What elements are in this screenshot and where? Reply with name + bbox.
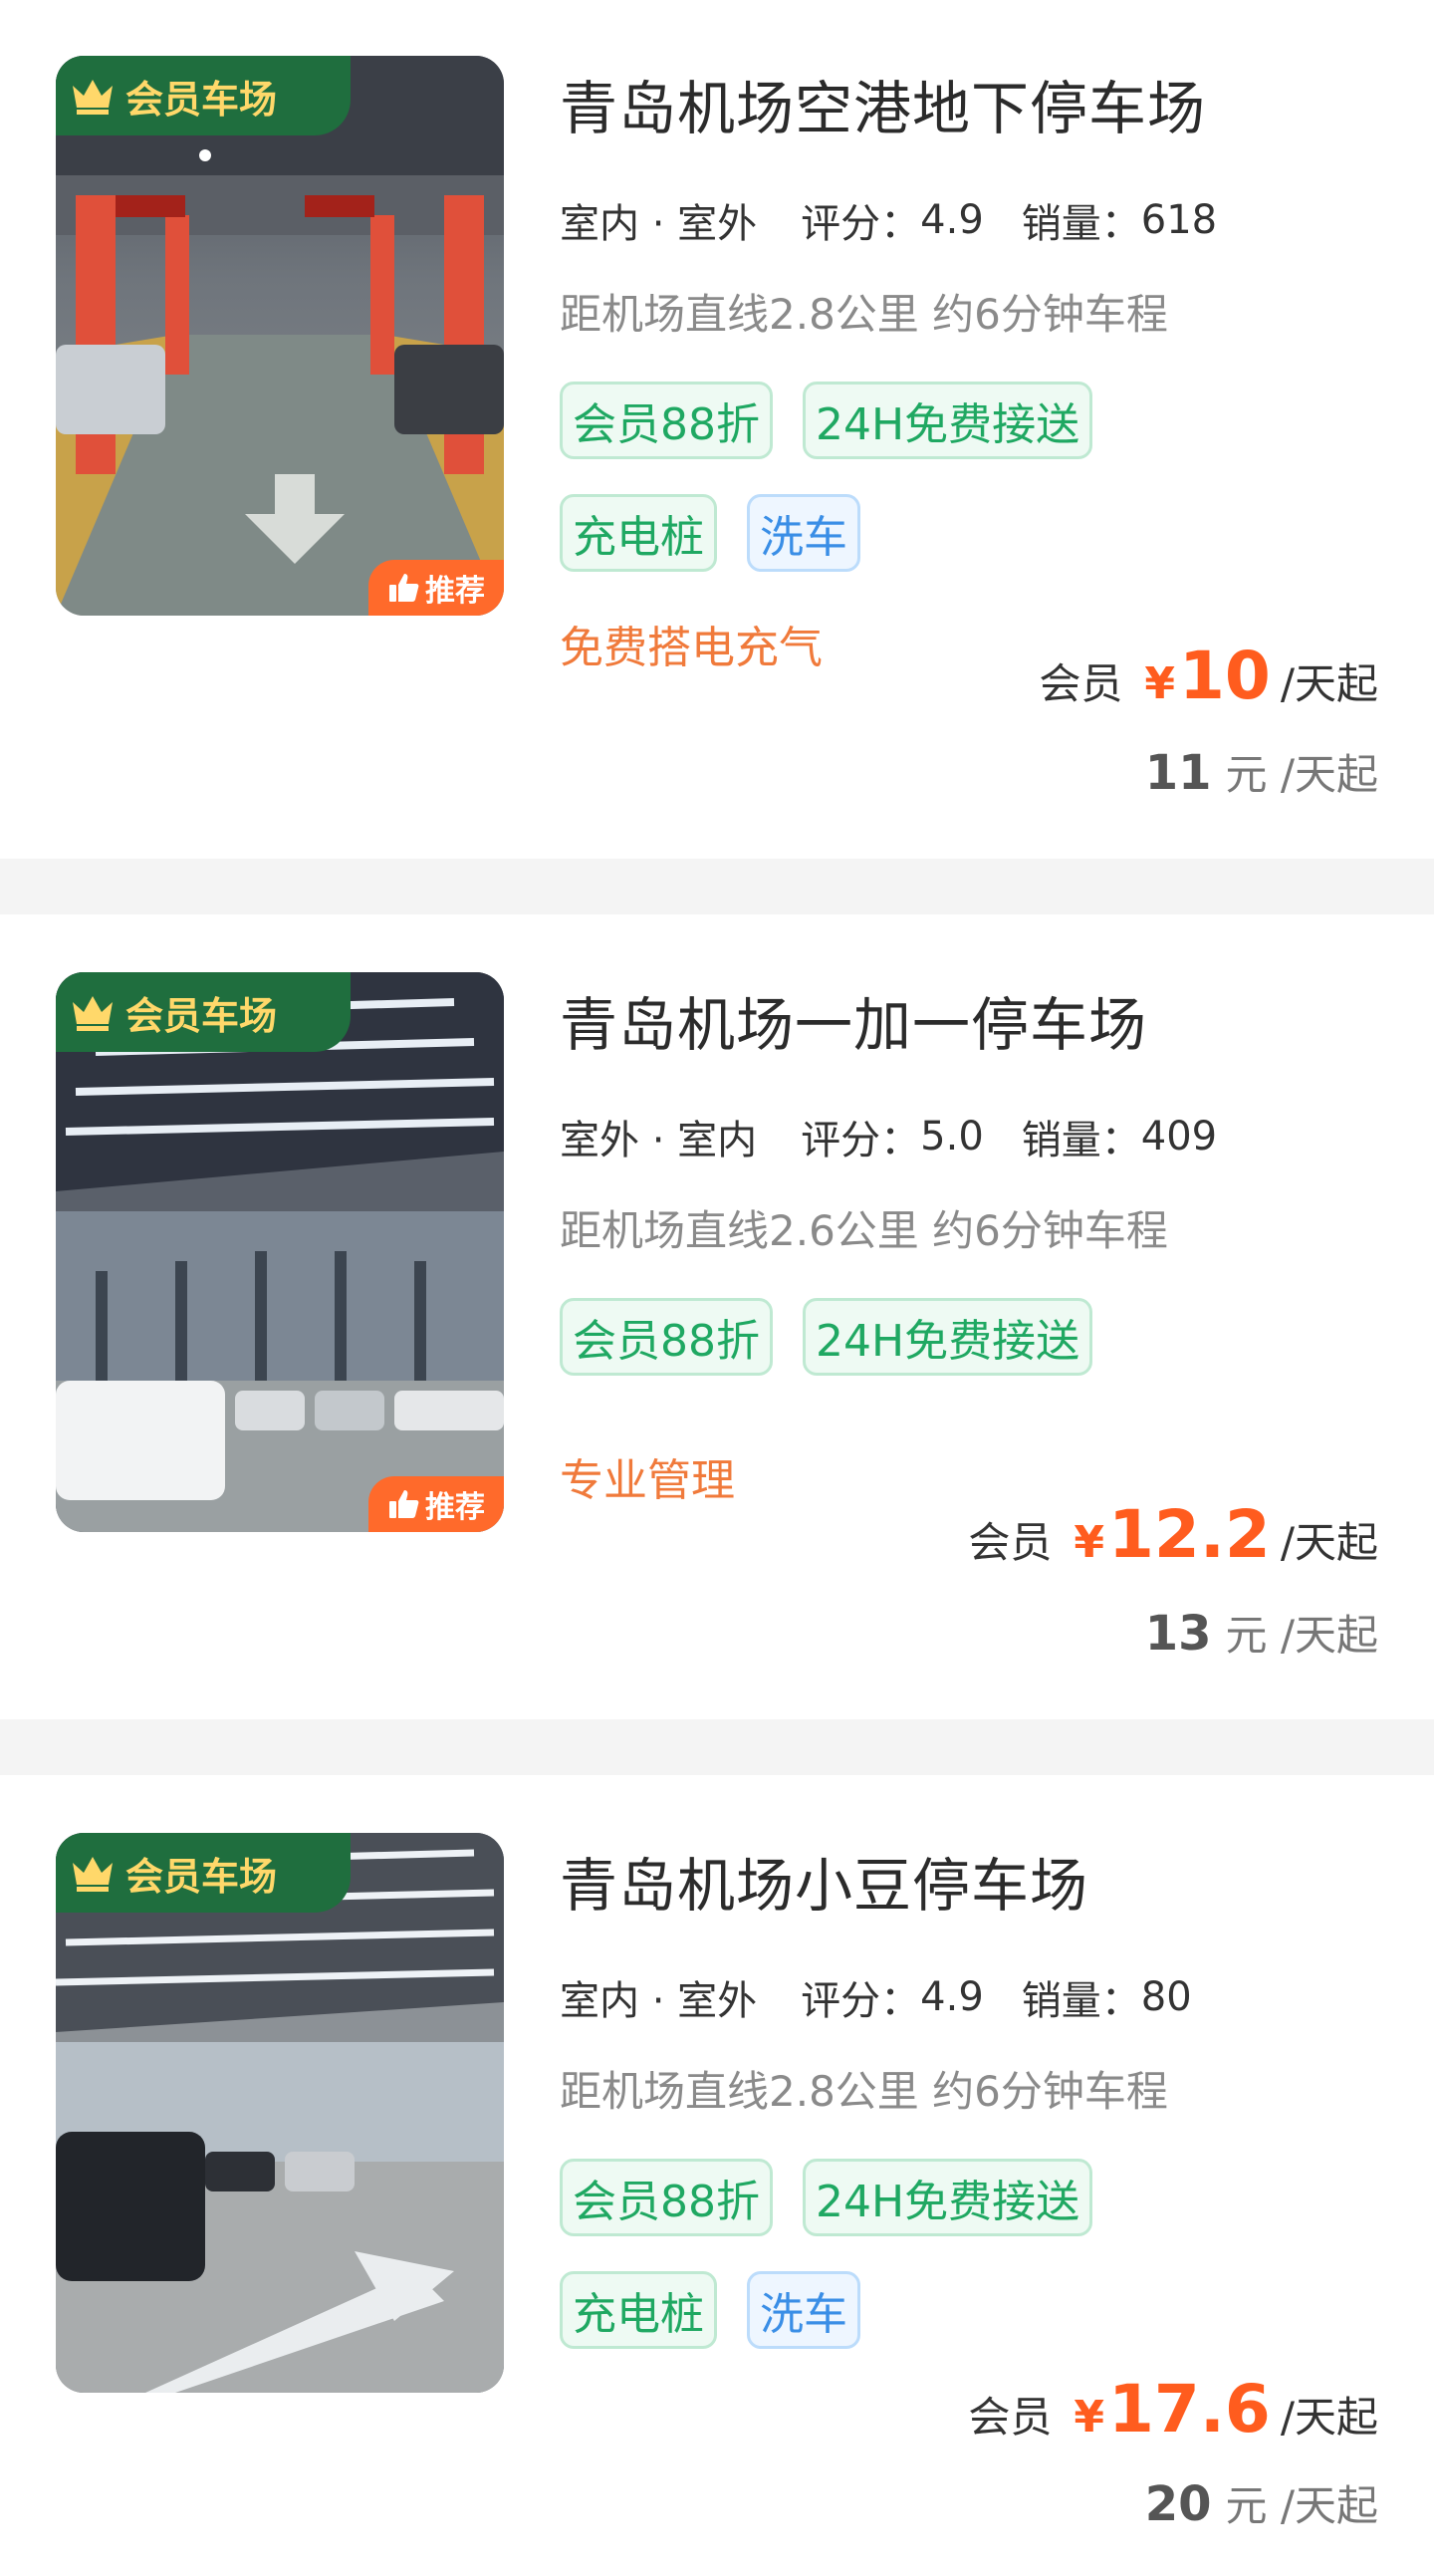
sales-value: 409 [1140,1114,1218,1159]
feature-tags: 会员88折 24H免费接送 [560,382,1093,459]
sales-label: 销量： [1021,201,1141,247]
sales-label: 销量： [1021,1978,1141,2024]
promo-text: 专业管理 [560,1455,735,1506]
original-price: 20 元 /天起 [1145,2472,1378,2533]
member-price: 会员 ¥ 17.6 /天起 [968,2371,1378,2447]
parking-type: 室内 · 室外 [560,1968,764,2032]
tag-shuttle: 24H免费接送 [803,382,1093,459]
parking-photo: 会员车场 推荐 [56,56,504,616]
thumbs-up-icon [389,1490,419,1518]
member-price-label: 会员 [1039,659,1123,708]
garage-photo [56,56,504,616]
tag-member-discount: 会员88折 [560,382,773,459]
crown-icon [73,80,113,115]
parking-list: 会员车场 推荐 青岛机场空港地下停车场 室内 · 室外 评分： 4.9 销量： … [0,0,1434,2576]
tag-member-discount: 会员88折 [560,1298,773,1376]
rating-label: 评分： [801,1978,921,2024]
original-price-value: 11 [1144,745,1212,801]
rating-value: 4.9 [920,197,984,243]
card-divider [0,859,1434,914]
sales-value: 80 [1140,1974,1192,2020]
parking-card[interactable]: 会员车场 青岛机场小豆停车场 室内 · 室外 评分： 4.9 销量： 80 距机… [0,1775,1434,2576]
tag-member-discount: 会员88折 [560,2159,773,2236]
member-price: 会员 ¥ 12.2 /天起 [968,1496,1378,1573]
service-tags: 充电桩 洗车 [560,494,860,572]
price-unit: /天起 [1280,659,1378,708]
distance-text: 距机场直线2.8公里 约6分钟车程 [560,290,1168,339]
parking-title: 青岛机场小豆停车场 [560,1852,1089,1920]
original-price-value: 13 [1144,1606,1212,1662]
currency-symbol: ¥ [1074,1517,1104,1568]
recommend-badge: 推荐 [368,1476,504,1532]
sales-label: 销量： [1021,1118,1141,1163]
crown-icon [73,1857,113,1892]
currency-symbol: ¥ [1144,658,1175,709]
tag-shuttle: 24H免费接送 [803,2159,1093,2236]
original-price-value: 20 [1144,2476,1212,2532]
warehouse-photo [56,1833,504,2393]
parking-meta: 室外 · 室内 评分： 5.0 销量： 409 [560,1108,1218,1171]
parking-card[interactable]: 会员车场 推荐 青岛机场空港地下停车场 室内 · 室外 评分： 4.9 销量： … [0,0,1434,859]
rating-value: 5.0 [920,1114,984,1159]
member-badge-label: 会员车场 [125,993,278,1038]
member-price-value: 17.6 [1108,2371,1271,2447]
member-price-label: 会员 [968,1518,1053,1567]
price-unit: /天起 [1280,2393,1378,2442]
original-price: 13 元 /天起 [1145,1602,1378,1663]
card-divider [0,1719,1434,1775]
rating-label: 评分： [801,201,921,247]
parking-title: 青岛机场一加一停车场 [560,991,1148,1059]
tag-charging: 充电桩 [560,494,717,572]
tag-car-wash: 洗车 [747,2271,860,2349]
member-badge-label: 会员车场 [125,77,278,122]
recommend-badge: 推荐 [368,560,504,616]
currency-symbol: ¥ [1074,2392,1104,2443]
tag-car-wash: 洗车 [747,494,860,572]
distance-text: 距机场直线2.6公里 约6分钟车程 [560,1206,1168,1255]
crown-icon [73,996,113,1031]
parking-type: 室内 · 室外 [560,191,764,255]
original-price-unit: 元 /天起 [1225,2481,1378,2530]
original-price-unit: 元 /天起 [1225,750,1378,799]
parking-photo: 会员车场 [56,1833,504,2393]
member-parking-badge: 会员车场 [56,56,351,135]
member-price-value: 12.2 [1108,1496,1271,1573]
parking-meta: 室内 · 室外 评分： 4.9 销量： 618 [560,191,1218,255]
feature-tags: 会员88折 24H免费接送 [560,1298,1093,1376]
parking-meta: 室内 · 室外 评分： 4.9 销量： 80 [560,1968,1192,2032]
thumbs-up-icon [389,574,419,602]
member-price: 会员 ¥ 10 /天起 [1039,638,1378,714]
member-price-label: 会员 [968,2393,1053,2442]
recommend-label: 推荐 [425,574,485,609]
parking-card[interactable]: 会员车场 推荐 青岛机场一加一停车场 室外 · 室内 评分： 5.0 销量： 4… [0,914,1434,1719]
member-parking-badge: 会员车场 [56,972,351,1052]
member-price-value: 10 [1178,638,1271,714]
tag-charging: 充电桩 [560,2271,717,2349]
original-price-unit: 元 /天起 [1225,1611,1378,1660]
feature-tags: 会员88折 24H免费接送 [560,2159,1093,2236]
tag-shuttle: 24H免费接送 [803,1298,1093,1376]
recommend-label: 推荐 [425,1490,485,1525]
distance-text: 距机场直线2.8公里 约6分钟车程 [560,2067,1168,2116]
rating-label: 评分： [801,1118,921,1163]
price-unit: /天起 [1280,1518,1378,1567]
parking-type: 室外 · 室内 [560,1108,764,1171]
rating-value: 4.9 [920,1974,984,2020]
warehouse-photo [56,972,504,1532]
parking-title: 青岛机场空港地下停车场 [560,75,1207,142]
service-tags: 充电桩 洗车 [560,2271,860,2349]
promo-text: 免费搭电充气 [560,623,823,673]
parking-photo: 会员车场 推荐 [56,972,504,1532]
original-price: 11 元 /天起 [1145,741,1378,802]
member-parking-badge: 会员车场 [56,1833,351,1913]
sales-value: 618 [1140,197,1218,243]
member-badge-label: 会员车场 [125,1854,278,1899]
